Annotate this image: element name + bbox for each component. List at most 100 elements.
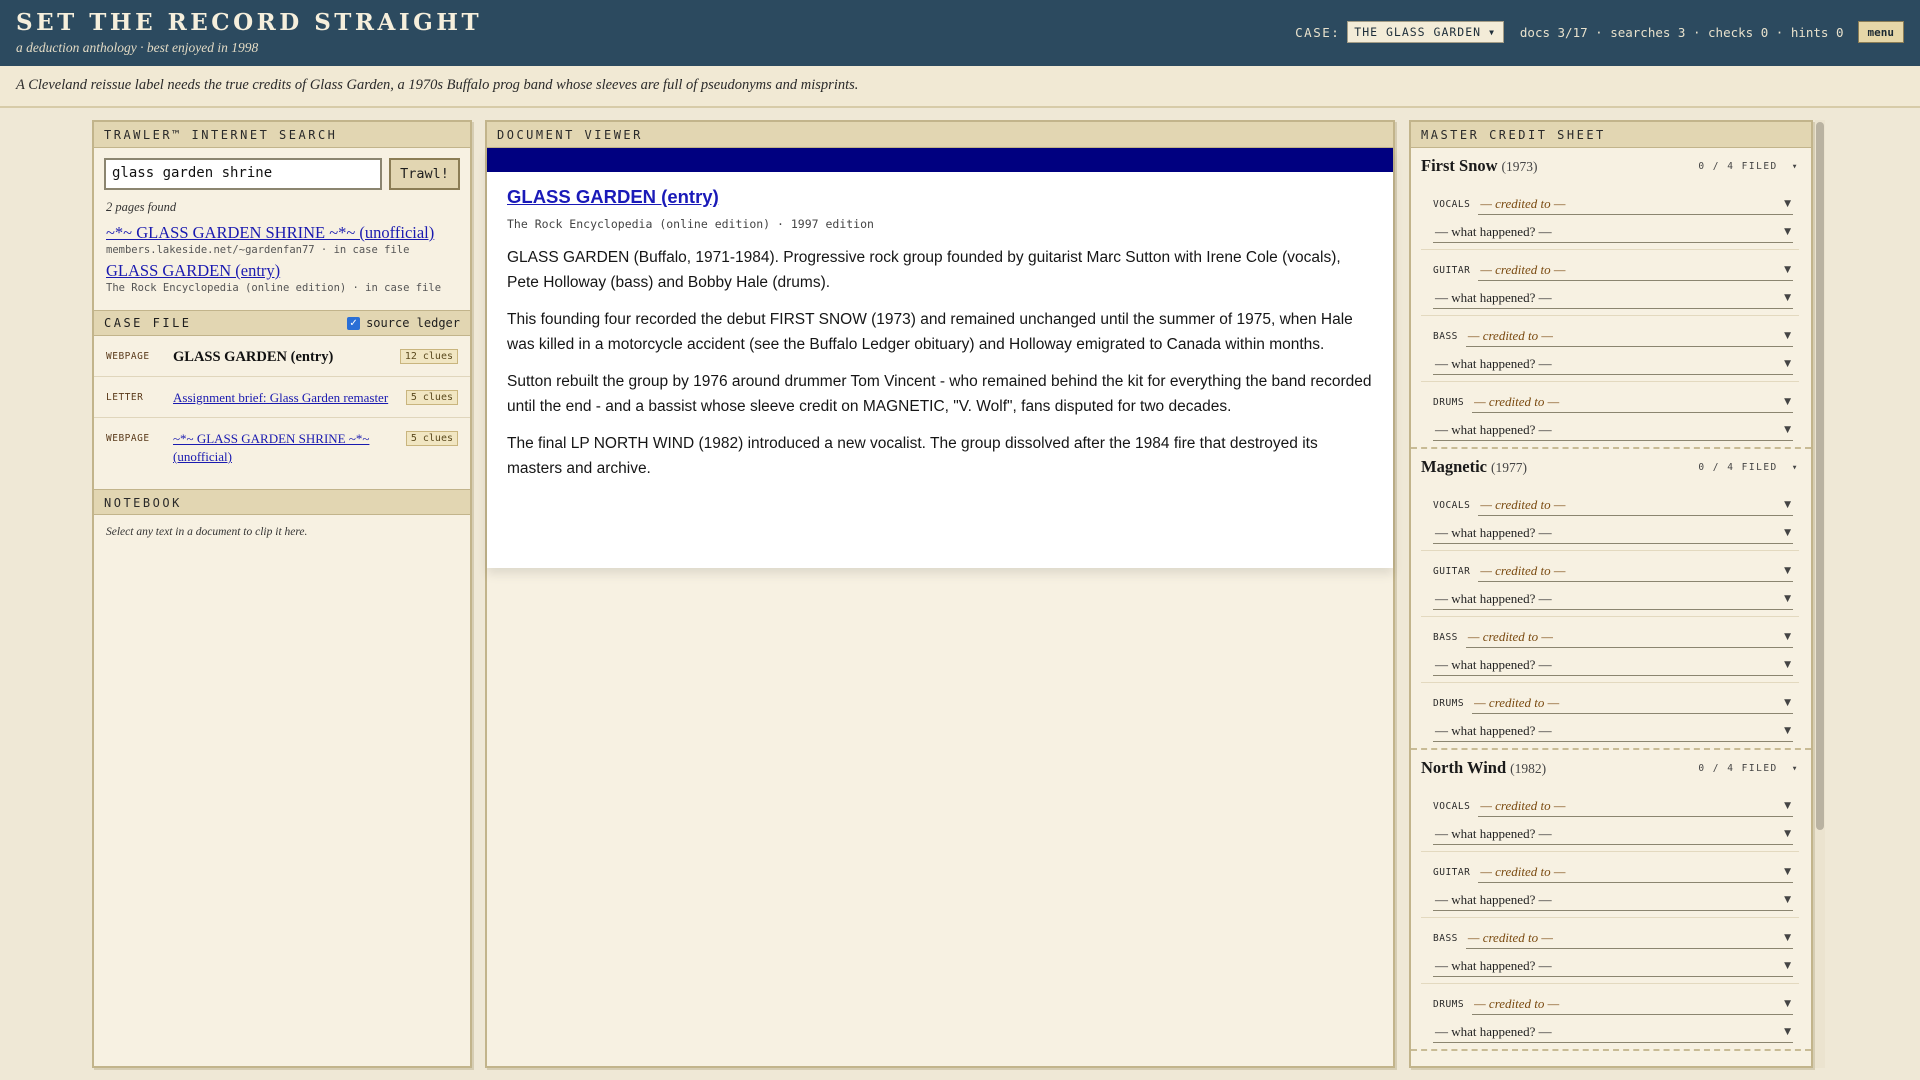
role-line: GUITAR — credited to — ▼ — [1433, 561, 1793, 582]
album-header[interactable]: North Wind (1982) 0 / 4 FILED ▾ — [1421, 758, 1799, 778]
role-line: VOCALS — credited to — ▼ — [1433, 495, 1793, 516]
case-file-item-title[interactable]: GLASS GARDEN (entry) — [173, 348, 400, 366]
clue-count-badge: 12 clues — [399, 349, 458, 364]
clue-count-badge: 5 clues — [405, 390, 458, 405]
credited-to-select[interactable]: — credited to — ▼ — [1465, 928, 1793, 949]
what-happened-value: — what happened? — — [1435, 356, 1552, 371]
collapse-chevron-icon[interactable]: ▾ — [1792, 161, 1799, 172]
document-title[interactable]: GLASS GARDEN (entry) — [507, 186, 1373, 208]
collapse-chevron-icon[interactable]: ▾ — [1792, 763, 1799, 774]
credited-to-select[interactable]: — credited to — ▼ — [1465, 326, 1793, 347]
source-ledger-toggle[interactable]: ✓ source ledger — [347, 316, 460, 330]
album-section: North Wind (1982) 0 / 4 FILED ▾ VOCALS —… — [1411, 750, 1811, 1051]
what-happened-select[interactable]: — what happened? — ▼ — [1433, 824, 1793, 845]
checkbox-checked-icon[interactable]: ✓ — [347, 316, 361, 330]
album-name: Magnetic — [1421, 457, 1487, 476]
case-file-item[interactable]: WEBPAGE ~*~ GLASS GARDEN SHRINE ~*~ (uno… — [94, 418, 470, 476]
what-happened-select[interactable]: — what happened? — ▼ — [1433, 589, 1793, 610]
case-file-item-title[interactable]: ~*~ GLASS GARDEN SHRINE ~*~ (unofficial) — [173, 430, 406, 466]
credited-to-value: — credited to — — [1467, 328, 1553, 343]
album-heading: Magnetic (1977) — [1421, 457, 1527, 477]
album-name: North Wind — [1421, 758, 1507, 777]
collapse-chevron-icon[interactable]: ▾ — [1792, 462, 1799, 473]
search-result-link[interactable]: ~*~ GLASS GARDEN SHRINE ~*~ (unofficial) — [106, 223, 458, 243]
document-body[interactable]: GLASS GARDEN (Buffalo, 1971-1984). Progr… — [507, 245, 1373, 481]
document-paragraph[interactable]: GLASS GARDEN (Buffalo, 1971-1984). Progr… — [507, 245, 1373, 295]
credited-to-select[interactable]: — credited to — ▼ — [1478, 495, 1793, 516]
what-happened-select[interactable]: — what happened? — ▼ — [1433, 1022, 1793, 1043]
credited-to-select[interactable]: — credited to — ▼ — [1478, 561, 1793, 582]
clue-count-badge: 5 clues — [405, 431, 458, 446]
document-paragraph[interactable]: The final LP NORTH WIND (1982) introduce… — [507, 431, 1373, 481]
credited-to-select[interactable]: — credited to — ▼ — [1478, 260, 1793, 281]
role-line: VOCALS — credited to — ▼ — [1433, 796, 1793, 817]
case-select[interactable]: THE GLASS GARDEN ▼ — [1347, 21, 1504, 43]
role-label: BASS — [1433, 331, 1458, 342]
role-row: VOCALS — credited to — ▼ — what happened… — [1421, 485, 1799, 551]
trawl-button[interactable]: Trawl! — [389, 158, 460, 190]
credit-sheet-title: MASTER CREDIT SHEET — [1411, 122, 1811, 148]
document-viewer-panel: DOCUMENT VIEWER GLASS GARDEN (entry) The… — [485, 120, 1395, 1068]
case-label: CASE: — [1295, 24, 1341, 40]
chevron-down-icon: ▼ — [1784, 999, 1791, 1009]
role-label: GUITAR — [1433, 265, 1471, 276]
chevron-down-icon: ▼ — [1784, 867, 1791, 877]
album-header[interactable]: Magnetic (1977) 0 / 4 FILED ▾ — [1421, 457, 1799, 477]
credited-to-select[interactable]: — credited to — ▼ — [1472, 994, 1793, 1015]
chevron-down-icon: ▼ — [1784, 265, 1791, 275]
menu-button[interactable]: menu — [1857, 21, 1904, 43]
album-section: First Snow (1973) 0 / 4 FILED ▾ VOCALS —… — [1411, 148, 1811, 449]
role-label: VOCALS — [1433, 500, 1471, 511]
what-happened-value: — what happened? — — [1435, 958, 1552, 973]
credited-to-select[interactable]: — credited to — ▼ — [1465, 627, 1793, 648]
what-happened-select[interactable]: — what happened? — ▼ — [1433, 890, 1793, 911]
document-paragraph[interactable]: This founding four recorded the debut FI… — [507, 307, 1373, 357]
what-happened-select[interactable]: — what happened? — ▼ — [1433, 956, 1793, 977]
role-row: BASS — credited to — ▼ — what happened? … — [1421, 918, 1799, 984]
credited-to-select[interactable]: — credited to — ▼ — [1478, 194, 1793, 215]
role-line: BASS — credited to — ▼ — [1433, 627, 1793, 648]
search-result-link[interactable]: GLASS GARDEN (entry) — [106, 261, 458, 281]
what-happened-select[interactable]: — what happened? — ▼ — [1433, 420, 1793, 441]
role-row: VOCALS — credited to — ▼ — what happened… — [1421, 184, 1799, 250]
role-label: GUITAR — [1433, 566, 1471, 577]
filed-count-text: 0 / 4 FILED — [1698, 762, 1778, 774]
credited-to-value: — credited to — — [1467, 629, 1553, 644]
chevron-down-icon: ▼ — [1489, 27, 1495, 37]
chevron-down-icon: ▼ — [1784, 227, 1791, 237]
filed-count: 0 / 4 FILED ▾ — [1698, 763, 1799, 774]
scrollbar-thumb[interactable] — [1816, 122, 1824, 830]
search-result: GLASS GARDEN (entry) The Rock Encycloped… — [94, 261, 470, 294]
search-input[interactable]: glass garden shrine — [104, 158, 382, 190]
album-header[interactable]: First Snow (1973) 0 / 4 FILED ▾ — [1421, 156, 1799, 176]
credited-to-select[interactable]: — credited to — ▼ — [1472, 392, 1793, 413]
document-paragraph[interactable]: Sutton rebuilt the group by 1976 around … — [507, 369, 1373, 419]
credited-to-select[interactable]: — credited to — ▼ — [1472, 693, 1793, 714]
source-ledger-label: source ledger — [366, 316, 460, 330]
chevron-down-icon: ▼ — [1784, 331, 1791, 341]
role-label: VOCALS — [1433, 801, 1471, 812]
credited-to-select[interactable]: — credited to — ▼ — [1478, 796, 1793, 817]
chevron-down-icon: ▼ — [1784, 359, 1791, 369]
case-file-item[interactable]: LETTER Assignment brief: Glass Garden re… — [94, 377, 470, 418]
what-happened-select[interactable]: — what happened? — ▼ — [1433, 288, 1793, 309]
case-file-item-title[interactable]: Assignment brief: Glass Garden remaster — [173, 389, 406, 407]
what-happened-select[interactable]: — what happened? — ▼ — [1433, 222, 1793, 243]
case-file-item[interactable]: WEBPAGE GLASS GARDEN (entry) 12 clues — [94, 336, 470, 377]
album-year: (1982) — [1510, 761, 1547, 776]
what-happened-select[interactable]: — what happened? — ▼ — [1433, 721, 1793, 742]
search-panel: TRAWLER™ INTERNET SEARCH glass garden sh… — [92, 120, 472, 1068]
credited-to-value: — credited to — — [1480, 864, 1566, 879]
credited-to-value: — credited to — — [1480, 196, 1566, 211]
what-happened-select[interactable]: — what happened? — ▼ — [1433, 655, 1793, 676]
case-brief: A Cleveland reissue label needs the true… — [0, 66, 1920, 108]
notebook-title: NOTEBOOK — [94, 489, 470, 515]
credited-to-select[interactable]: — credited to — ▼ — [1478, 862, 1793, 883]
role-line: BASS — credited to — ▼ — [1433, 928, 1793, 949]
album-year: (1977) — [1490, 460, 1527, 475]
role-row: BASS — credited to — ▼ — what happened? … — [1421, 316, 1799, 382]
what-happened-select[interactable]: — what happened? — ▼ — [1433, 523, 1793, 544]
chevron-down-icon: ▼ — [1784, 829, 1791, 839]
what-happened-select[interactable]: — what happened? — ▼ — [1433, 354, 1793, 375]
notebook-area[interactable]: Select any text in a document to clip it… — [94, 515, 470, 549]
